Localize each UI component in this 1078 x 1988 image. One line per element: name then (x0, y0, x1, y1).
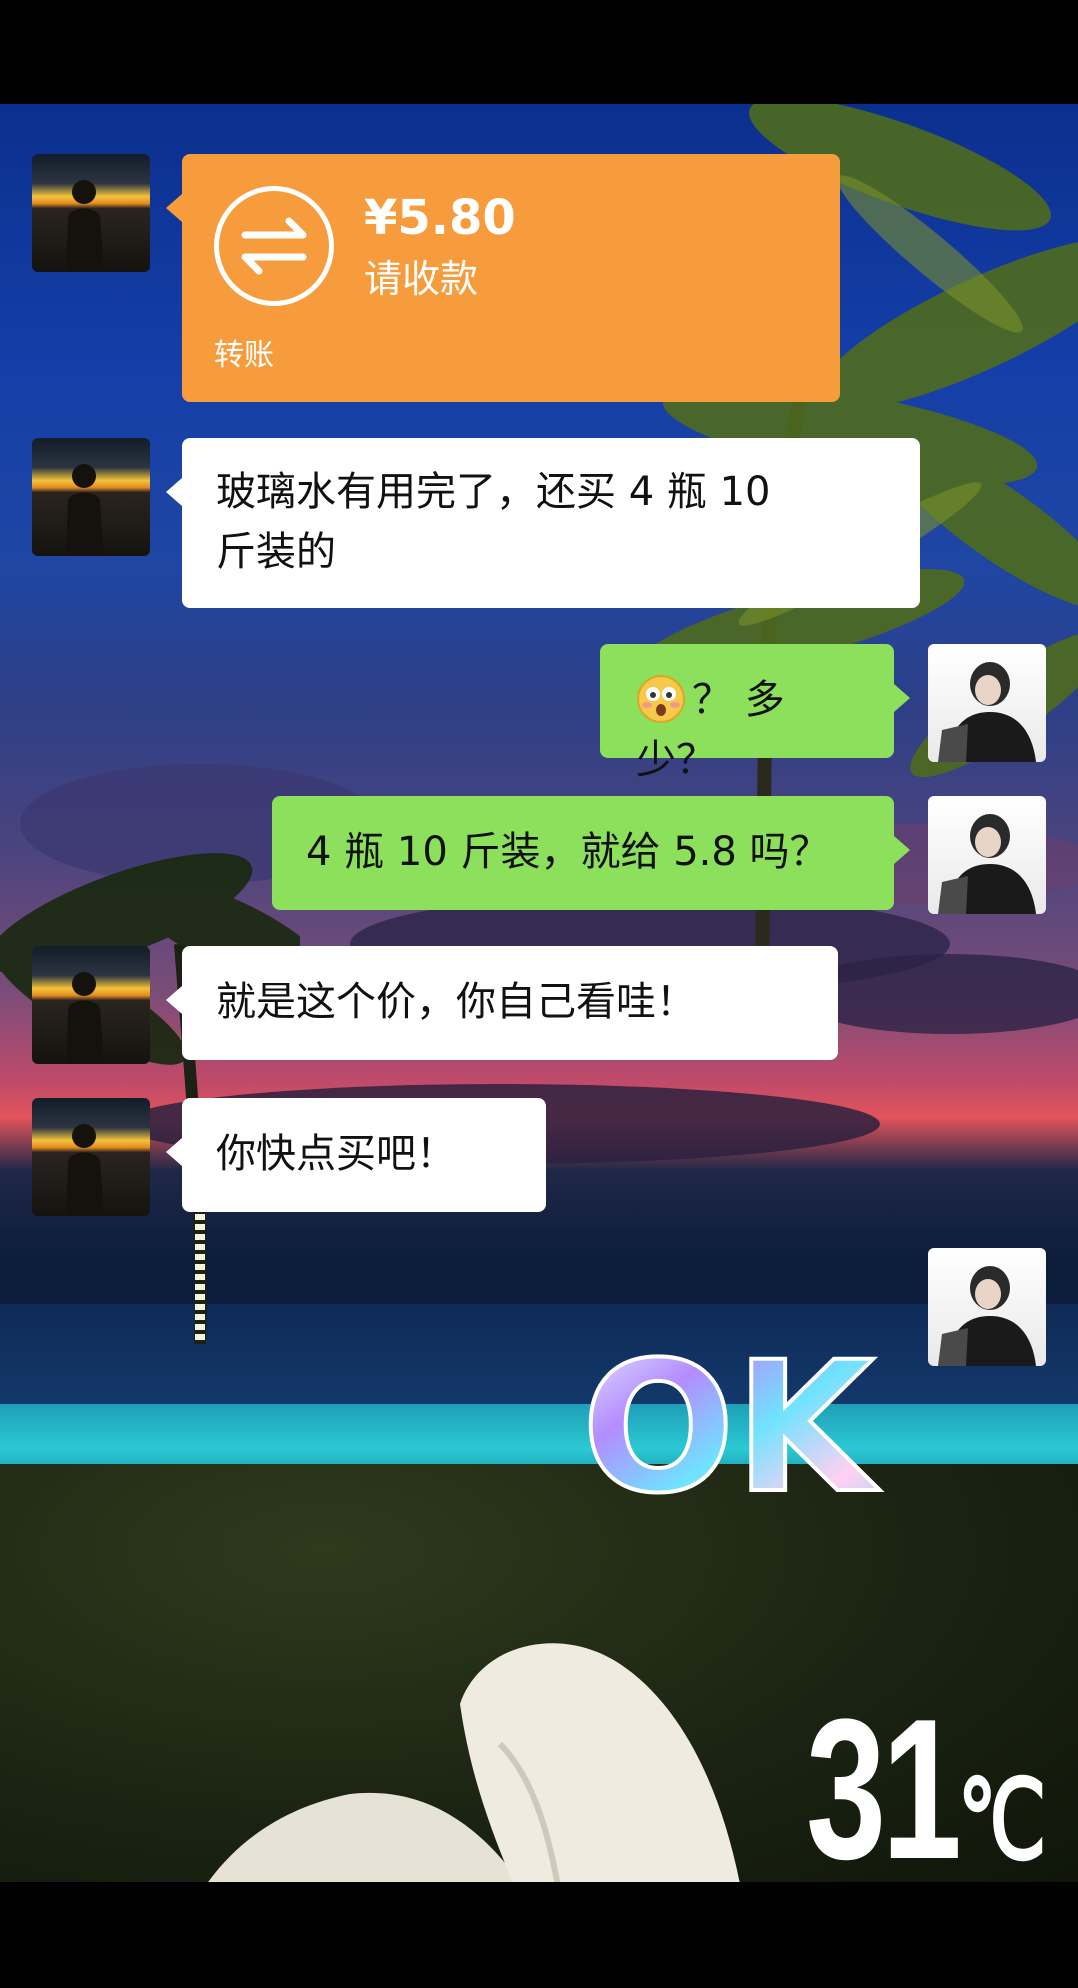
message-text: 玻璃水有用完了，还买 4 瓶 10 (216, 469, 771, 515)
message-text: 斤装的 (216, 529, 336, 575)
avatar[interactable] (928, 796, 1046, 914)
person-silhouette-icon (66, 464, 104, 556)
avatar[interactable] (32, 154, 150, 272)
transfer-arrows-icon (214, 186, 334, 306)
temperature-overlay: 31℃ (806, 1690, 1047, 1911)
message-text: 你快点买吧！ (216, 1131, 456, 1177)
boy-portrait-icon (938, 662, 1036, 762)
top-black-bar (0, 0, 1078, 104)
temperature-unit: ℃ (957, 1759, 1047, 1882)
flushed-face-icon (636, 674, 686, 724)
message-bubble-sent[interactable]: 4 瓶 10 斤装，就给 5.8 吗？ (272, 796, 910, 910)
message-text: 就是这个价，你自己看哇！ (216, 979, 696, 1025)
avatar[interactable] (32, 1098, 150, 1216)
chat-screen: ¥5.80 请收款 转账 玻璃水有用完了，还买 4 瓶 10 斤装的 ？ 多少？ (0, 0, 1078, 1988)
boy-portrait-icon (938, 814, 1036, 914)
avatar[interactable] (928, 1248, 1046, 1366)
ok-sticker[interactable]: OK (548, 1330, 908, 1520)
transfer-amount: ¥5.80 (364, 190, 516, 246)
transfer-status: 请收款 (364, 257, 479, 301)
person-silhouette-icon (66, 1124, 104, 1216)
avatar[interactable] (928, 644, 1046, 762)
palm-tree-left (0, 853, 300, 1344)
message-text: 4 瓶 10 斤装，就给 5.8 吗？ (306, 829, 830, 875)
message-bubble-sent[interactable]: ？ 多少？ (600, 644, 910, 783)
person-silhouette-icon (66, 972, 104, 1064)
message-bubble-received[interactable]: 就是这个价，你自己看哇！ (166, 946, 838, 1060)
transfer-label: 转账 (214, 338, 274, 373)
legs-in-white-pants (208, 1643, 740, 1882)
message-bubble-received[interactable]: 你快点买吧！ (166, 1098, 546, 1212)
boy-portrait-icon (938, 1266, 1036, 1366)
temperature-value: 31 (806, 1678, 962, 1901)
transfer-card[interactable]: ¥5.80 请收款 转账 (166, 154, 840, 402)
avatar[interactable] (32, 946, 150, 1064)
message-bubble-received[interactable]: 玻璃水有用完了，还买 4 瓶 10 斤装的 (166, 438, 920, 608)
person-silhouette-icon (66, 180, 104, 272)
avatar[interactable] (32, 438, 150, 556)
ok-sticker-text: OK (582, 1330, 880, 1520)
